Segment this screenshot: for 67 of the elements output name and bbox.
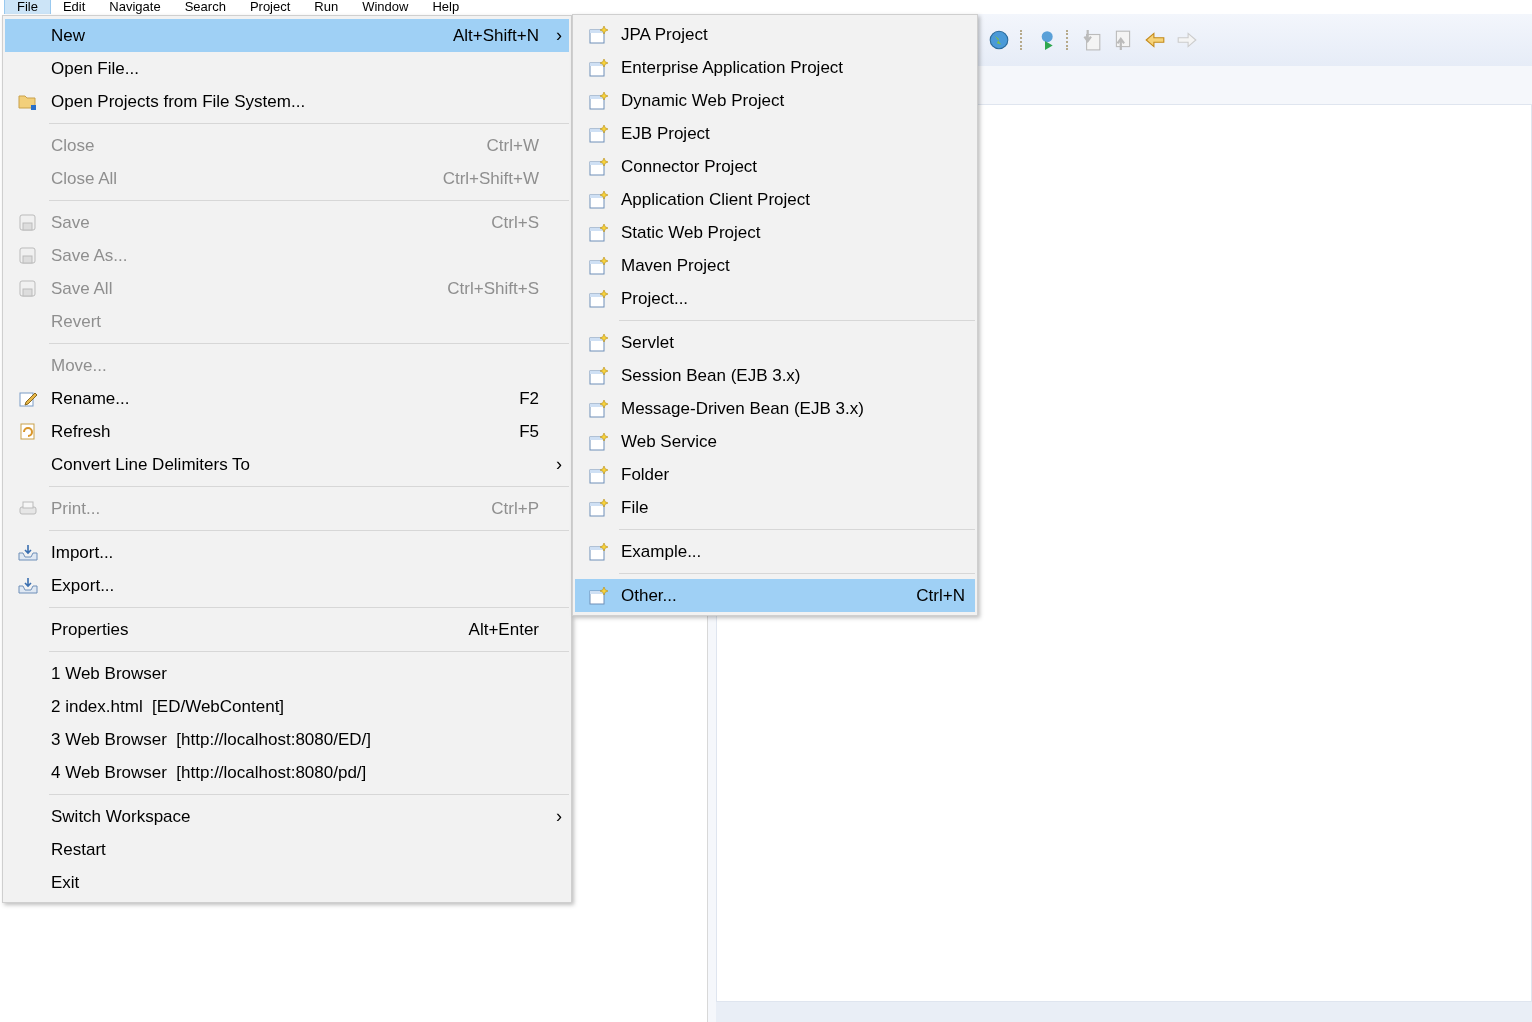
menu-item[interactable]: Properties Alt+Enter <box>5 613 569 646</box>
menu-bar-item[interactable]: Window <box>350 0 421 14</box>
menu-bar-item[interactable]: Search <box>172 0 238 14</box>
menu-item-icon <box>588 288 608 309</box>
menu-item-icon <box>588 541 608 562</box>
menu-item[interactable]: 1 Web Browser <box>5 657 569 690</box>
menu-item-icon <box>18 421 38 442</box>
menu-bar-item[interactable]: Help <box>420 0 472 14</box>
menu-item-icon <box>18 245 38 266</box>
menu-item-icon <box>588 431 608 452</box>
menu-item-icon <box>588 585 608 606</box>
menu-item[interactable]: Export... <box>5 569 569 602</box>
menu-item[interactable]: Connector Project <box>575 150 975 183</box>
menu-item[interactable]: Exit <box>5 866 569 899</box>
back-arrow-icon[interactable] <box>1144 29 1166 51</box>
menu-item-icon <box>588 90 608 111</box>
menu-item[interactable]: EJB Project <box>575 117 975 150</box>
menu-item-icon <box>588 464 608 485</box>
menu-item[interactable]: Maven Project <box>575 249 975 282</box>
menu-item-icon <box>588 57 608 78</box>
menu-item-icon <box>588 24 608 45</box>
menu-item[interactable]: 2 index.html [ED/WebContent] <box>5 690 569 723</box>
menu-item-icon <box>588 398 608 419</box>
menu-item[interactable]: Application Client Project <box>575 183 975 216</box>
menu-item[interactable]: Message-Driven Bean (EJB 3.x) <box>575 392 975 425</box>
menu-item[interactable]: Restart <box>5 833 569 866</box>
menu-item-icon <box>18 575 38 596</box>
menu-bar-item[interactable]: Navigate <box>97 0 173 14</box>
menu-item-icon <box>18 212 38 233</box>
menu-bar-item[interactable]: Edit <box>50 0 98 14</box>
menu-item-icon <box>588 156 608 177</box>
menu-item-icon <box>588 365 608 386</box>
menu-item[interactable]: Dynamic Web Project <box>575 84 975 117</box>
menu-item[interactable]: 4 Web Browser [http://localhost:8080/pd/] <box>5 756 569 789</box>
menu-item[interactable]: Folder <box>575 458 975 491</box>
menu-item-icon <box>18 278 38 299</box>
menu-item[interactable]: New Alt+Shift+N › <box>5 19 569 52</box>
menu-item-icon <box>588 189 608 210</box>
menu-item[interactable]: Session Bean (EJB 3.x) <box>575 359 975 392</box>
menu-item[interactable]: Servlet <box>575 326 975 359</box>
menu-item-icon <box>18 542 38 563</box>
menu-item-icon <box>588 497 608 518</box>
menu-item-icon <box>588 332 608 353</box>
menu-bar-item[interactable]: Run <box>302 0 351 14</box>
menu-item-icon <box>588 123 608 144</box>
menu-item[interactable]: JPA Project <box>575 18 975 51</box>
menu-item[interactable]: Other... Ctrl+N <box>575 579 975 612</box>
menu-item[interactable]: File <box>575 491 975 524</box>
menu-item[interactable]: Refresh F5 <box>5 415 569 448</box>
menu-item[interactable]: 3 Web Browser [http://localhost:8080/ED/] <box>5 723 569 756</box>
menu-item[interactable]: Project... <box>575 282 975 315</box>
menu-item[interactable]: Open Projects from File System... <box>5 85 569 118</box>
menu-item[interactable]: Import... <box>5 536 569 569</box>
menu-item[interactable]: Enterprise Application Project <box>575 51 975 84</box>
menu-item[interactable]: Convert Line Delimiters To › <box>5 448 569 481</box>
menu-bar-item[interactable]: File <box>4 0 51 14</box>
menu-item[interactable]: Rename... F2 <box>5 382 569 415</box>
menu-item[interactable]: Example... <box>575 535 975 568</box>
menu-item[interactable]: Open File... <box>5 52 569 85</box>
menu-item[interactable]: Static Web Project <box>575 216 975 249</box>
globe-icon <box>988 29 1010 51</box>
menu-bar-item[interactable]: Project <box>237 0 303 14</box>
menu-item[interactable]: Switch Workspace › <box>5 800 569 833</box>
menu-item[interactable]: Web Service <box>575 425 975 458</box>
forward-arrow-icon[interactable] <box>1176 29 1198 51</box>
menu-item-icon <box>588 255 608 276</box>
menu-item-icon <box>588 222 608 243</box>
